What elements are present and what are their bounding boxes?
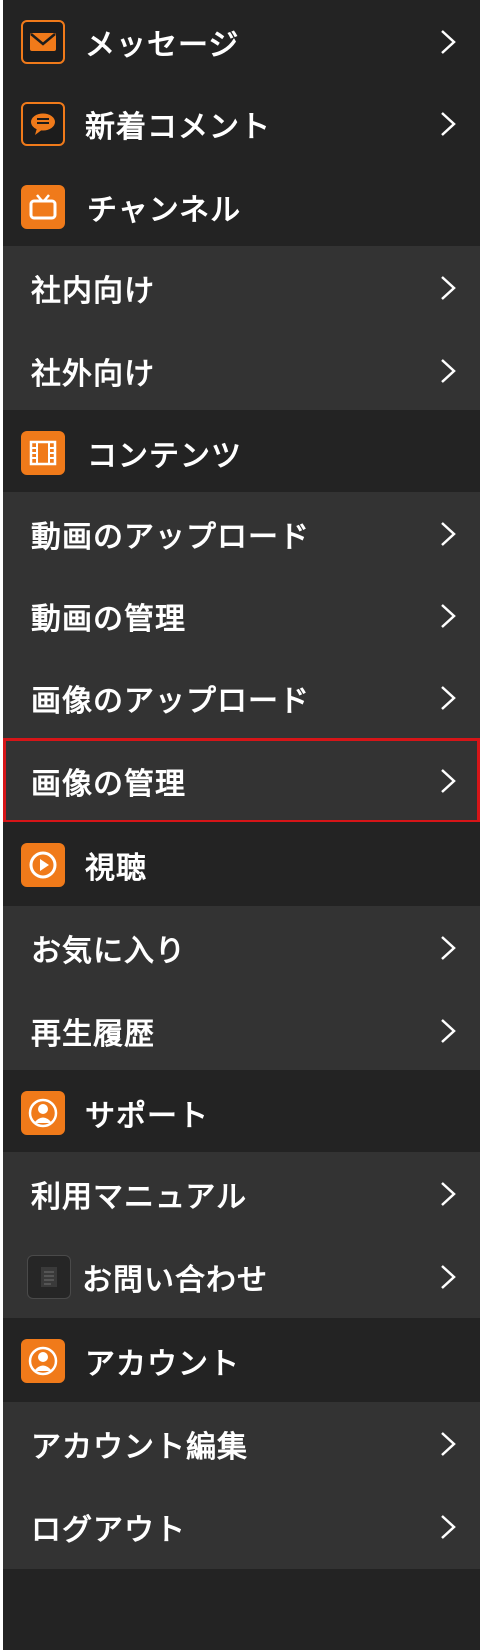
chevron-right-icon xyxy=(441,111,456,136)
section-header-label: アカウント xyxy=(85,1346,240,1382)
chevron-right-icon xyxy=(441,29,456,54)
menu-item-favorites[interactable]: お気に入り xyxy=(3,906,480,991)
chevron-right-icon xyxy=(441,521,456,546)
menu-item-label: 新着コメント xyxy=(85,109,271,145)
chevron-right-icon xyxy=(441,935,456,960)
menu-item-label: 画像のアップロード xyxy=(31,683,310,719)
menu-item-label: 再生履歴 xyxy=(31,1016,155,1052)
tv-icon xyxy=(21,184,65,229)
person-icon xyxy=(21,1090,65,1135)
envelope-icon xyxy=(21,19,65,64)
menu-item-edit-account[interactable]: アカウント編集 xyxy=(3,1402,480,1487)
menu-item-internal[interactable]: 社内向け xyxy=(3,246,480,331)
chevron-right-icon xyxy=(441,685,456,710)
section-header-account: アカウント xyxy=(3,1318,480,1403)
menu-item-label: 利用マニュアル xyxy=(31,1179,248,1215)
menu-item-label: 社外向け xyxy=(31,356,155,392)
menu-item-image-manage[interactable]: 画像の管理 xyxy=(3,738,480,823)
section-header-label: 視聴 xyxy=(85,850,147,886)
chevron-right-icon xyxy=(441,1181,456,1206)
menu-item-video-manage[interactable]: 動画の管理 xyxy=(3,574,480,659)
chevron-right-icon xyxy=(441,768,456,793)
section-header-label: サポート xyxy=(85,1098,209,1134)
play-icon xyxy=(21,842,65,887)
menu-item-image-upload[interactable]: 画像のアップロード xyxy=(3,656,480,741)
section-header-contents: コンテンツ xyxy=(3,410,480,495)
section-header-support: サポート xyxy=(3,1070,480,1155)
document-icon xyxy=(27,1254,71,1299)
menu-item-label: お気に入り xyxy=(31,933,186,969)
menu-item-label: 動画のアップロード xyxy=(31,519,310,555)
menu-item-history[interactable]: 再生履歴 xyxy=(3,988,480,1073)
chevron-right-icon xyxy=(441,1018,456,1043)
chevron-right-icon xyxy=(441,358,456,383)
menu-item-label: ログアウト xyxy=(31,1512,186,1548)
chevron-right-icon xyxy=(441,1514,456,1539)
menu-item-label: 社内向け xyxy=(31,273,155,309)
speech-bubble-icon xyxy=(21,101,65,146)
menu-item-manual[interactable]: 利用マニュアル xyxy=(3,1152,480,1237)
chevron-right-icon xyxy=(441,275,456,300)
menu-item-label: アカウント編集 xyxy=(31,1429,248,1465)
section-header-viewing: 視聴 xyxy=(3,822,480,907)
menu-item-new-comments[interactable]: 新着コメント xyxy=(3,82,480,167)
section-header-label: チャンネル xyxy=(87,192,242,228)
menu-item-external[interactable]: 社外向け xyxy=(3,328,480,413)
film-icon xyxy=(21,430,65,475)
menu-item-contact[interactable]: お問い合わせ xyxy=(3,1234,480,1319)
chevron-right-icon xyxy=(441,603,456,628)
section-header-label: コンテンツ xyxy=(87,438,242,474)
section-header-channel: チャンネル xyxy=(3,164,480,249)
menu-item-logout[interactable]: ログアウト xyxy=(3,1484,480,1569)
menu-item-label: メッセージ xyxy=(85,27,240,63)
menu-item-label: お問い合わせ xyxy=(82,1262,268,1298)
chevron-right-icon xyxy=(441,1431,456,1456)
menu-item-messages[interactable]: メッセージ xyxy=(3,0,480,85)
chevron-right-icon xyxy=(441,1264,456,1289)
side-menu: メッセージ 新着コメント チャンネル 社内向け 社外向け コンテンツ 動画のアッ… xyxy=(3,0,480,1650)
menu-item-label: 画像の管理 xyxy=(31,766,186,802)
menu-item-label: 動画の管理 xyxy=(31,601,186,637)
person-icon xyxy=(21,1338,65,1383)
menu-item-video-upload[interactable]: 動画のアップロード xyxy=(3,492,480,577)
